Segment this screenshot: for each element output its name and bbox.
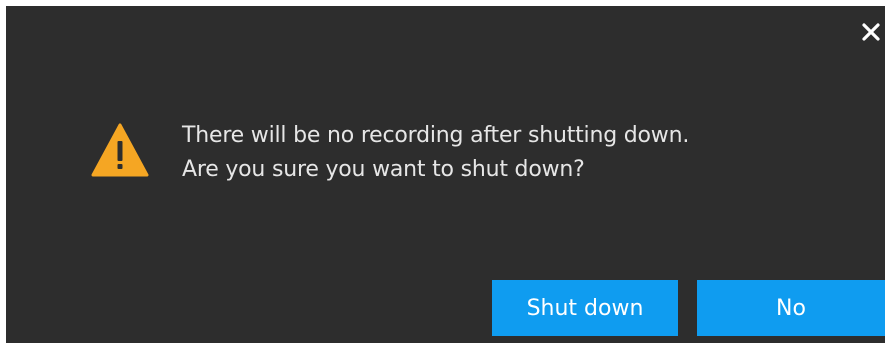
- close-icon: [862, 23, 880, 41]
- close-button[interactable]: [859, 20, 883, 44]
- message-line-1: There will be no recording after shuttin…: [182, 123, 690, 148]
- warning-triangle-icon: [91, 123, 149, 177]
- shutdown-confirm-dialog: There will be no recording after shuttin…: [6, 6, 885, 343]
- no-button[interactable]: No: [697, 280, 885, 336]
- dialog-message: There will be no recording after shuttin…: [182, 119, 689, 187]
- shut-down-button[interactable]: Shut down: [492, 280, 678, 336]
- message-line-2: Are you sure you want to shut down?: [182, 157, 585, 182]
